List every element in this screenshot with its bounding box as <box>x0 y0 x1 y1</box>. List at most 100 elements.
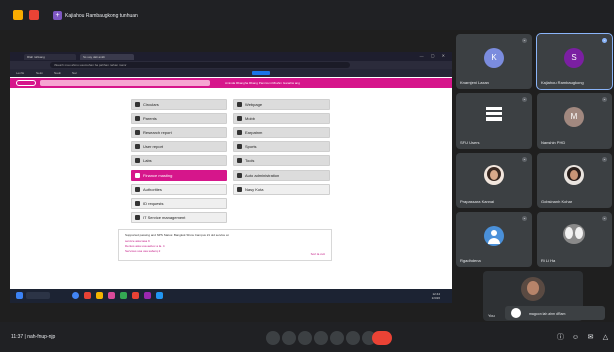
tile-finance-masting[interactable]: Finance masting <box>131 170 227 181</box>
tile-parents[interactable]: Parents <box>131 113 227 124</box>
app-icon[interactable] <box>84 292 91 299</box>
tile-it-service[interactable]: IT Service management <box>131 212 227 223</box>
tile-authorities[interactable]: Authorities <box>131 184 227 195</box>
globe-icon <box>237 102 242 107</box>
building-logo-icon <box>486 107 502 123</box>
announcement-link[interactable]: Dentos asia usa aebox a la. 4 <box>125 244 165 248</box>
presenter-label: Kajiahou Rambaugkong tunhuan <box>65 12 138 19</box>
participant-tile[interactable]: ⁎ S Kajiahou Rambaugkong <box>536 33 613 90</box>
mic-off-icon: ⁎ <box>522 157 527 162</box>
announcement-box: Supported passing and NPS Status: Bangko… <box>118 229 332 261</box>
people-icon <box>135 187 140 192</box>
address-row: thiaunh mau ahmu uaumuhan ba pahhan naha… <box>10 61 452 69</box>
app-icon[interactable] <box>120 292 127 299</box>
others-label: magoon lah ahm dRam <box>529 312 566 316</box>
chat-icon[interactable]: ✉ <box>586 333 595 342</box>
app-icon[interactable] <box>132 292 139 299</box>
participant-tile[interactable]: ⁎ M Nanshin PHD <box>537 93 612 149</box>
tile-nasy-kota[interactable]: Nasy Kota <box>233 184 330 195</box>
browser-tab-strip: Rlah rahkang Ss uay dali ankb — ▢ ✕ <box>10 52 452 61</box>
bookmark[interactable]: Nal <box>72 71 77 75</box>
app-header-bar: Aminda Rbangha Rbang Pamrcunt Rbahm Gana… <box>10 78 452 88</box>
chrome-icon[interactable] <box>72 292 79 299</box>
participant-tile[interactable]: ⁎ Ri Li Ha <box>537 212 612 267</box>
tile-id-requests[interactable]: ID requests <box>131 198 227 209</box>
tile-mobb[interactable]: Mobb <box>233 113 330 124</box>
table-icon <box>135 158 140 163</box>
sort-link[interactable]: Sort la cutt <box>311 252 325 256</box>
app-icon[interactable] <box>156 292 163 299</box>
tile-auto-administration[interactable]: Auto administration <box>233 170 330 181</box>
tile-research-report[interactable]: Research report <box>131 127 227 138</box>
search-input[interactable] <box>40 80 210 86</box>
bookmark[interactable]: Nauli <box>54 71 61 75</box>
meeting-time: 11:37 | nah-fnup-njp <box>11 334 56 340</box>
participant-tile[interactable]: ⁎ Prapassara Kannai <box>456 153 532 208</box>
phone-icon <box>237 116 242 121</box>
presenter-chip[interactable]: + Kajiahou Rambaugkong tunhuan <box>53 10 138 21</box>
emoji-button[interactable] <box>314 331 328 345</box>
folder-icon[interactable] <box>96 292 103 299</box>
tile-labs[interactable]: Labs <box>131 155 227 166</box>
participant-tile[interactable]: ⁎ K Knarnjeni Laxan <box>456 34 532 89</box>
participant-name: Knarnjeni Laxan <box>460 80 489 85</box>
bookmark[interactable]: Lenhk <box>16 71 24 75</box>
tile-earpatnm[interactable]: Earpatnm <box>233 127 330 138</box>
browser-tab[interactable]: Rlah rahkang <box>24 54 76 60</box>
leave-call-button[interactable] <box>372 331 392 345</box>
taskbar-search[interactable] <box>26 292 50 299</box>
participant-photo <box>484 165 504 185</box>
windows-start-icon[interactable] <box>16 292 23 299</box>
mic-off-icon: ⁎ <box>602 157 607 162</box>
tile-webpage[interactable]: Webpage <box>233 99 330 110</box>
mic-off-icon: ⁎ <box>602 216 607 221</box>
tile-user-report[interactable]: User report <box>131 141 227 152</box>
others-chip[interactable]: magoon lah ahm dRam <box>505 306 605 320</box>
meet-top-bar: + Kajiahou Rambaugkong tunhuan <box>0 0 614 30</box>
notes-icon[interactable] <box>13 10 23 20</box>
present-button[interactable] <box>330 331 344 345</box>
camera-button[interactable] <box>282 331 296 345</box>
header-links[interactable]: Aminda Rbangha Rbang Pamrcunt Rbahm Gana… <box>225 81 300 85</box>
tile-circulars[interactable]: Circulars <box>131 99 227 110</box>
lock-icon <box>135 130 140 135</box>
announcement-link[interactable]: Services usa usa saberq 2 <box>125 249 160 253</box>
announcement-line: Supported passing and NPS Status: Bangko… <box>125 233 229 237</box>
participant-tile[interactable]: ⁎ SFU Users <box>456 93 532 149</box>
address-bar[interactable]: thiaunh mau ahmu uaumuhan ba pahhan naha… <box>50 62 350 68</box>
id-card-icon <box>135 201 140 206</box>
app-icon[interactable] <box>108 292 115 299</box>
mic-button[interactable] <box>266 331 280 345</box>
wrench-icon <box>237 158 242 163</box>
people-icon[interactable]: ☺ <box>571 333 580 342</box>
info-icon[interactable]: ⓘ <box>556 333 565 342</box>
participant-name: SFU Users <box>460 140 480 145</box>
participant-name: Gobsinanh Kohar <box>541 199 573 204</box>
building-icon <box>237 130 242 135</box>
participant-name: Ri Li Ha <box>541 258 556 263</box>
bookmark-button[interactable] <box>252 71 270 75</box>
window-controls[interactable]: — ▢ ✕ <box>420 53 448 58</box>
taskbar-clock: 12:44 1/3/26 <box>431 292 440 300</box>
user-icon <box>135 144 140 149</box>
ball-icon <box>237 144 242 149</box>
tile-tools[interactable]: Tools <box>233 155 330 166</box>
avatar: M <box>564 107 584 127</box>
participant-name: Nanshin PHD <box>541 140 566 145</box>
mic-off-icon: ⁎ <box>522 38 527 43</box>
avatar-icon <box>511 308 521 318</box>
captions-button[interactable] <box>298 331 312 345</box>
app-icon[interactable] <box>144 292 151 299</box>
bookmark[interactable]: Nekn <box>36 71 43 75</box>
browser-tab[interactable]: Ss uay dali ankb <box>80 54 134 60</box>
raise-hand-button[interactable] <box>346 331 360 345</box>
menu-button[interactable] <box>16 80 36 86</box>
activities-icon[interactable]: △ <box>601 333 610 342</box>
record-icon[interactable] <box>29 10 39 20</box>
participant-tile[interactable]: ⁎ Gobsinanh Kohar <box>537 153 612 208</box>
speaking-icon: ⁎ <box>602 38 607 43</box>
participant-tile[interactable]: ⁎ Rgadhdena <box>456 212 532 267</box>
announcement-link[interactable]: service asia lasa 9 <box>125 239 150 243</box>
tile-sports[interactable]: Sports <box>233 141 330 152</box>
tools-icon <box>135 215 140 220</box>
